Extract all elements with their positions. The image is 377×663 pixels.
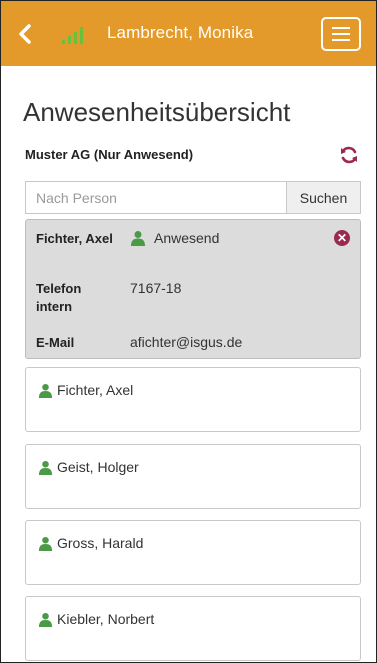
person-name: Kiebler, Norbert bbox=[57, 611, 155, 627]
status-badge: Anwesend bbox=[130, 230, 219, 246]
hamburger-bar bbox=[332, 39, 350, 41]
email-value: afichter@isgus.de bbox=[130, 334, 243, 350]
person-detail-panel: Fichter, Axel Anwesend ✕ Telefon intern … bbox=[25, 219, 361, 359]
app-frame: Lambrecht, Monika Anwesenheitsübersicht … bbox=[0, 0, 377, 663]
email-label: E-Mail bbox=[36, 335, 75, 350]
person-icon bbox=[38, 536, 53, 551]
search-input[interactable] bbox=[26, 182, 286, 213]
person-name: Fichter, Axel bbox=[57, 382, 134, 398]
person-card-content: Kiebler, Norbert bbox=[38, 611, 154, 627]
user-name-title: Lambrecht, Monika bbox=[107, 23, 254, 42]
person-card-content: Gross, Harald bbox=[38, 535, 143, 551]
company-filter-label: Muster AG (Nur Anwesend) bbox=[25, 147, 194, 162]
person-card[interactable]: Kiebler, Norbert bbox=[25, 596, 361, 661]
status-text: Anwesend bbox=[154, 230, 220, 246]
top-bar: Lambrecht, Monika bbox=[1, 1, 376, 66]
detail-name: Fichter, Axel bbox=[36, 231, 113, 246]
search-button[interactable]: Suchen bbox=[286, 182, 360, 213]
search-bar: Suchen bbox=[25, 181, 361, 214]
person-icon bbox=[38, 460, 53, 475]
chevron-left-icon[interactable] bbox=[15, 23, 37, 45]
person-icon bbox=[38, 383, 53, 398]
person-icon bbox=[38, 612, 53, 627]
close-icon[interactable]: ✕ bbox=[334, 230, 350, 246]
person-card[interactable]: Gross, Harald bbox=[25, 520, 361, 585]
person-name: Geist, Holger bbox=[57, 459, 139, 475]
phone-value: 7167-18 bbox=[130, 280, 182, 296]
hamburger-menu-icon bbox=[332, 27, 350, 29]
signal-bars-icon bbox=[62, 27, 83, 44]
page-title: Anwesenheitsübersicht bbox=[23, 97, 291, 127]
person-card-content: Fichter, Axel bbox=[38, 382, 133, 398]
refresh-icon[interactable] bbox=[339, 145, 359, 165]
person-icon bbox=[131, 231, 145, 246]
person-card-content: Geist, Holger bbox=[38, 459, 139, 475]
person-card[interactable]: Geist, Holger bbox=[25, 444, 361, 509]
person-card[interactable]: Fichter, Axel bbox=[25, 367, 361, 432]
phone-label: Telefon intern bbox=[36, 281, 82, 314]
person-name: Gross, Harald bbox=[57, 535, 144, 551]
menu-button[interactable] bbox=[321, 17, 361, 51]
hamburger-bar bbox=[332, 33, 350, 35]
